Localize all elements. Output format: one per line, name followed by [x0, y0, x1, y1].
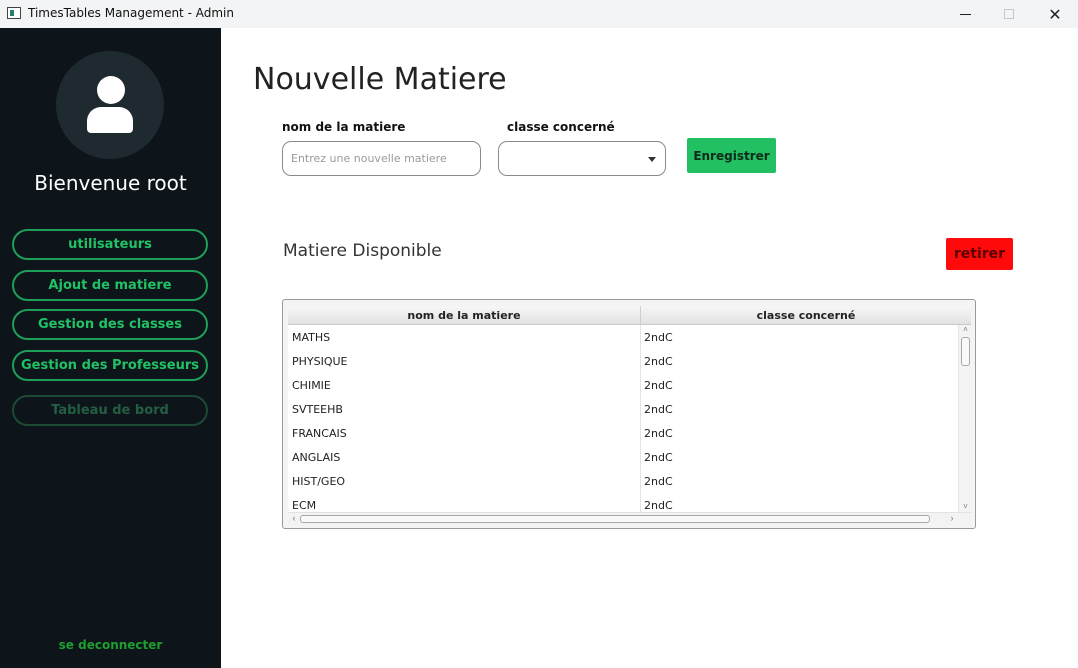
- vertical-scrollbar[interactable]: ˄ ˅: [958, 325, 971, 512]
- close-icon: ✕: [1048, 4, 1062, 24]
- cell-subject: HIST/GEO: [288, 469, 641, 493]
- welcome-text: Bienvenue root: [34, 171, 187, 195]
- cell-class: 2ndC: [644, 402, 673, 416]
- table-body: MATHS 2ndC PHYSIQUE 2ndC CHIMIE 2ndC SVT…: [288, 325, 958, 512]
- horizontal-scroll-thumb[interactable]: [300, 515, 930, 523]
- close-button[interactable]: ✕: [1032, 0, 1078, 28]
- cell-class: 2ndC: [644, 450, 673, 464]
- minimize-button[interactable]: [942, 0, 988, 28]
- nav-users-button[interactable]: utilisateurs: [12, 229, 208, 260]
- subject-name-input[interactable]: [282, 141, 481, 176]
- page-title: Nouvelle Matiere: [253, 62, 507, 97]
- nav-classes-button[interactable]: Gestion des classes: [12, 309, 208, 340]
- class-select[interactable]: [498, 141, 666, 176]
- subject-name-label: nom de la matiere: [282, 120, 406, 134]
- save-button[interactable]: Enregistrer: [687, 138, 776, 173]
- table-row[interactable]: SVTEEHB 2ndC: [288, 397, 958, 421]
- cell-subject: FRANCAIS: [288, 421, 641, 445]
- cell-class: 2ndC: [644, 498, 673, 512]
- minimize-icon: [959, 13, 971, 15]
- table-row[interactable]: ANGLAIS 2ndC: [288, 445, 958, 469]
- scroll-left-icon[interactable]: ‹: [288, 513, 300, 524]
- column-header-class[interactable]: classe concerné: [641, 306, 971, 325]
- cell-class: 2ndC: [644, 474, 673, 488]
- chevron-down-icon: [648, 157, 656, 162]
- scroll-right-icon[interactable]: ›: [946, 513, 958, 524]
- app-window: TimesTables Management - Admin ✕ Bienven…: [0, 0, 1078, 668]
- cell-class: 2ndC: [644, 378, 673, 392]
- title-bar: TimesTables Management - Admin ✕: [0, 0, 1078, 28]
- window-title: TimesTables Management - Admin: [28, 6, 234, 20]
- table-row[interactable]: FRANCAIS 2ndC: [288, 421, 958, 445]
- table-row[interactable]: ECM 2ndC: [288, 493, 958, 512]
- app-icon: [7, 7, 21, 19]
- maximize-button[interactable]: [986, 0, 1032, 28]
- subjects-table[interactable]: nom de la matiere classe concerné MATHS …: [282, 299, 976, 529]
- table-viewport: nom de la matiere classe concerné MATHS …: [288, 306, 971, 524]
- cell-subject: MATHS: [288, 325, 641, 349]
- nav-add-subject-button[interactable]: Ajout de matiere: [12, 270, 208, 301]
- sidebar: Bienvenue root utilisateurs Ajout de mat…: [0, 28, 221, 668]
- cell-class: 2ndC: [644, 354, 673, 368]
- cell-class: 2ndC: [644, 330, 673, 344]
- table-row[interactable]: MATHS 2ndC: [288, 325, 958, 349]
- nav-teachers-button[interactable]: Gestion des Professeurs: [12, 350, 208, 381]
- maximize-icon: [1004, 9, 1014, 19]
- table-row[interactable]: PHYSIQUE 2ndC: [288, 349, 958, 373]
- scroll-down-icon[interactable]: ˅: [959, 502, 971, 512]
- user-avatar-icon: [56, 51, 164, 159]
- available-subjects-title: Matiere Disponible: [283, 241, 442, 261]
- cell-subject: CHIMIE: [288, 373, 641, 397]
- logout-link[interactable]: se deconnecter: [0, 638, 221, 652]
- avatar-body: [87, 107, 133, 133]
- avatar-head: [97, 76, 125, 104]
- cell-class: 2ndC: [644, 426, 673, 440]
- column-header-subject[interactable]: nom de la matiere: [288, 306, 641, 325]
- table-row[interactable]: CHIMIE 2ndC: [288, 373, 958, 397]
- cell-subject: PHYSIQUE: [288, 349, 641, 373]
- nav-dashboard-button[interactable]: Tableau de bord: [12, 395, 208, 426]
- scroll-up-icon[interactable]: ˄: [959, 325, 971, 335]
- table-header: nom de la matiere classe concerné: [288, 306, 971, 325]
- table-row[interactable]: HIST/GEO 2ndC: [288, 469, 958, 493]
- cell-subject: ANGLAIS: [288, 445, 641, 469]
- cell-subject: SVTEEHB: [288, 397, 641, 421]
- horizontal-scrollbar[interactable]: ‹ ›: [288, 512, 971, 524]
- cell-subject: ECM: [288, 493, 641, 512]
- remove-button[interactable]: retirer: [946, 238, 1013, 270]
- class-label: classe concerné: [507, 120, 615, 134]
- vertical-scroll-thumb[interactable]: [961, 337, 970, 366]
